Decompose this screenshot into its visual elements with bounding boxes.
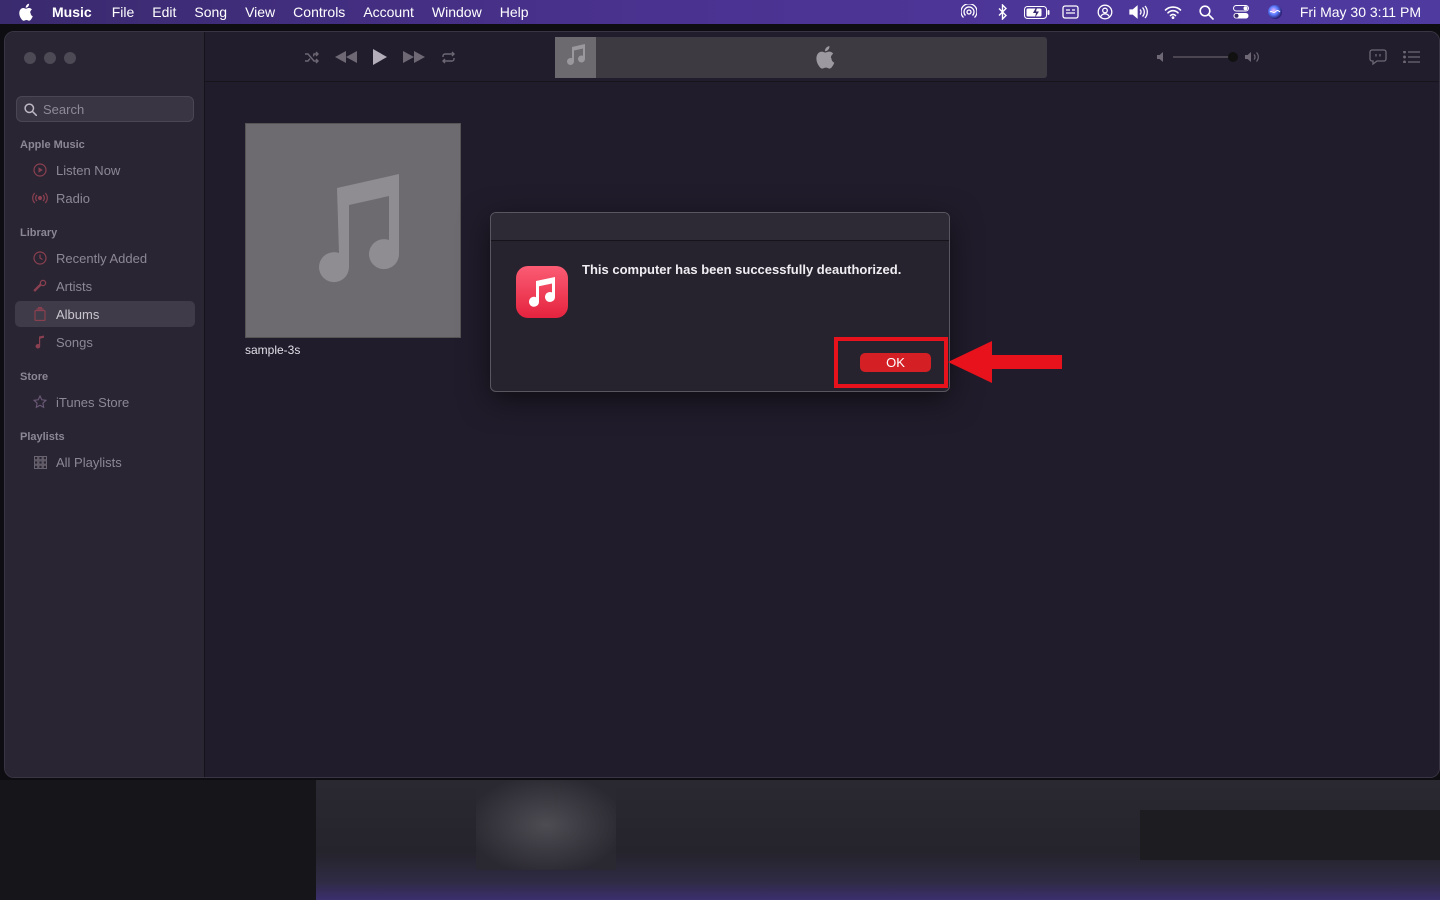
album-artwork-placeholder[interactable] xyxy=(245,123,461,338)
blurred-region xyxy=(1140,810,1440,860)
bluetooth-icon[interactable] xyxy=(986,0,1020,24)
album-stack-icon xyxy=(32,306,48,322)
menu-help[interactable]: Help xyxy=(500,4,529,20)
sidebar-item-label: Recently Added xyxy=(56,250,148,266)
spotlight-icon[interactable] xyxy=(1190,0,1224,24)
music-app-icon xyxy=(516,266,568,318)
section-title-library: Library xyxy=(20,227,58,239)
menu-bar: Music File Edit Song View Controls Accou… xyxy=(0,0,1440,24)
section-title-playlists: Playlists xyxy=(20,431,65,443)
play-circle-icon xyxy=(32,162,48,178)
album-title: sample-3s xyxy=(245,343,301,357)
shuffle-icon[interactable] xyxy=(303,48,321,66)
menu-edit[interactable]: Edit xyxy=(152,4,176,20)
play-icon[interactable] xyxy=(369,46,391,68)
apple-logo-icon xyxy=(813,45,837,69)
sidebar-item-label: Radio xyxy=(56,190,90,206)
menu-file[interactable]: File xyxy=(112,4,135,20)
zoom-window-button[interactable] xyxy=(64,52,76,64)
radio-broadcast-icon xyxy=(32,190,48,206)
album-card[interactable]: sample-3s xyxy=(245,123,461,357)
sidebar-item-radio[interactable]: Radio xyxy=(15,185,195,211)
music-note-icon xyxy=(565,43,587,72)
repeat-icon[interactable] xyxy=(439,48,457,66)
search-icon xyxy=(17,102,43,116)
window-controls xyxy=(24,52,76,64)
sidebar-item-artists[interactable]: Artists xyxy=(15,273,195,299)
sidebar-item-songs[interactable]: Songs xyxy=(15,329,195,355)
main-content: sample-3s xyxy=(205,32,1439,777)
blurred-background-strip xyxy=(0,780,1440,900)
clock-icon xyxy=(32,250,48,266)
grid-icon xyxy=(32,454,48,470)
search-field[interactable] xyxy=(16,96,194,122)
status-area: Fri May 30 3:11 PM xyxy=(952,0,1440,24)
menu-view[interactable]: View xyxy=(245,4,275,20)
control-center-icon[interactable] xyxy=(1224,0,1258,24)
volume-icon[interactable] xyxy=(1122,0,1156,24)
toolbar xyxy=(205,32,1439,82)
minimize-window-button[interactable] xyxy=(44,52,56,64)
blurred-region xyxy=(476,780,616,870)
menu-account[interactable]: Account xyxy=(363,4,414,20)
sidebar-item-all-playlists[interactable]: All Playlists xyxy=(15,449,195,475)
queue-list-icon[interactable] xyxy=(1401,48,1421,66)
section-title-apple-music: Apple Music xyxy=(20,139,85,151)
now-playing-artwork xyxy=(555,37,596,78)
microphone-icon xyxy=(32,278,48,294)
annotation-highlight-box xyxy=(834,337,948,388)
sidebar: Apple Music Listen Now Radio Library Rec… xyxy=(5,32,205,777)
sidebar-item-label: iTunes Store xyxy=(56,394,130,410)
user-icon[interactable] xyxy=(1088,0,1122,24)
section-title-store: Store xyxy=(20,371,49,383)
volume-slider[interactable] xyxy=(1155,50,1265,64)
annotation-arrow-icon xyxy=(948,341,1062,383)
apple-menu-icon[interactable] xyxy=(17,3,37,21)
dialog-message: This computer has been successfully deau… xyxy=(582,262,902,277)
menu-bar-clock[interactable]: Fri May 30 3:11 PM xyxy=(1300,4,1421,20)
close-window-button[interactable] xyxy=(24,52,36,64)
airdrop-icon[interactable] xyxy=(952,0,986,24)
now-playing-display[interactable] xyxy=(555,37,1047,78)
music-window: Apple Music Listen Now Radio Library Rec… xyxy=(4,31,1440,778)
menu-app-music[interactable]: Music xyxy=(52,4,92,20)
sidebar-item-recently-added[interactable]: Recently Added xyxy=(15,245,195,271)
sidebar-item-label: Albums xyxy=(56,306,100,322)
sidebar-item-label: Artists xyxy=(56,278,93,294)
fast-forward-icon[interactable] xyxy=(401,47,427,67)
siri-icon[interactable] xyxy=(1258,0,1292,24)
lyrics-icon[interactable] xyxy=(1368,48,1388,66)
wifi-icon[interactable] xyxy=(1156,0,1190,24)
battery-icon[interactable] xyxy=(1020,0,1054,24)
sidebar-item-itunes-store[interactable]: iTunes Store xyxy=(15,389,195,415)
sidebar-item-label: Listen Now xyxy=(56,162,121,178)
music-note-icon xyxy=(32,334,48,350)
sidebar-item-albums[interactable]: Albums xyxy=(15,301,195,327)
music-note-icon xyxy=(303,168,403,293)
star-icon xyxy=(32,394,48,410)
menu-song[interactable]: Song xyxy=(194,4,227,20)
menu-window[interactable]: Window xyxy=(432,4,482,20)
sidebar-item-label: All Playlists xyxy=(56,454,122,470)
display-icon[interactable] xyxy=(1054,0,1088,24)
menu-controls[interactable]: Controls xyxy=(293,4,345,20)
sidebar-item-label: Songs xyxy=(56,334,93,350)
search-input[interactable] xyxy=(43,101,183,117)
rewind-icon[interactable] xyxy=(333,47,359,67)
dialog-titlebar xyxy=(491,213,949,241)
sidebar-item-listen-now[interactable]: Listen Now xyxy=(15,157,195,183)
